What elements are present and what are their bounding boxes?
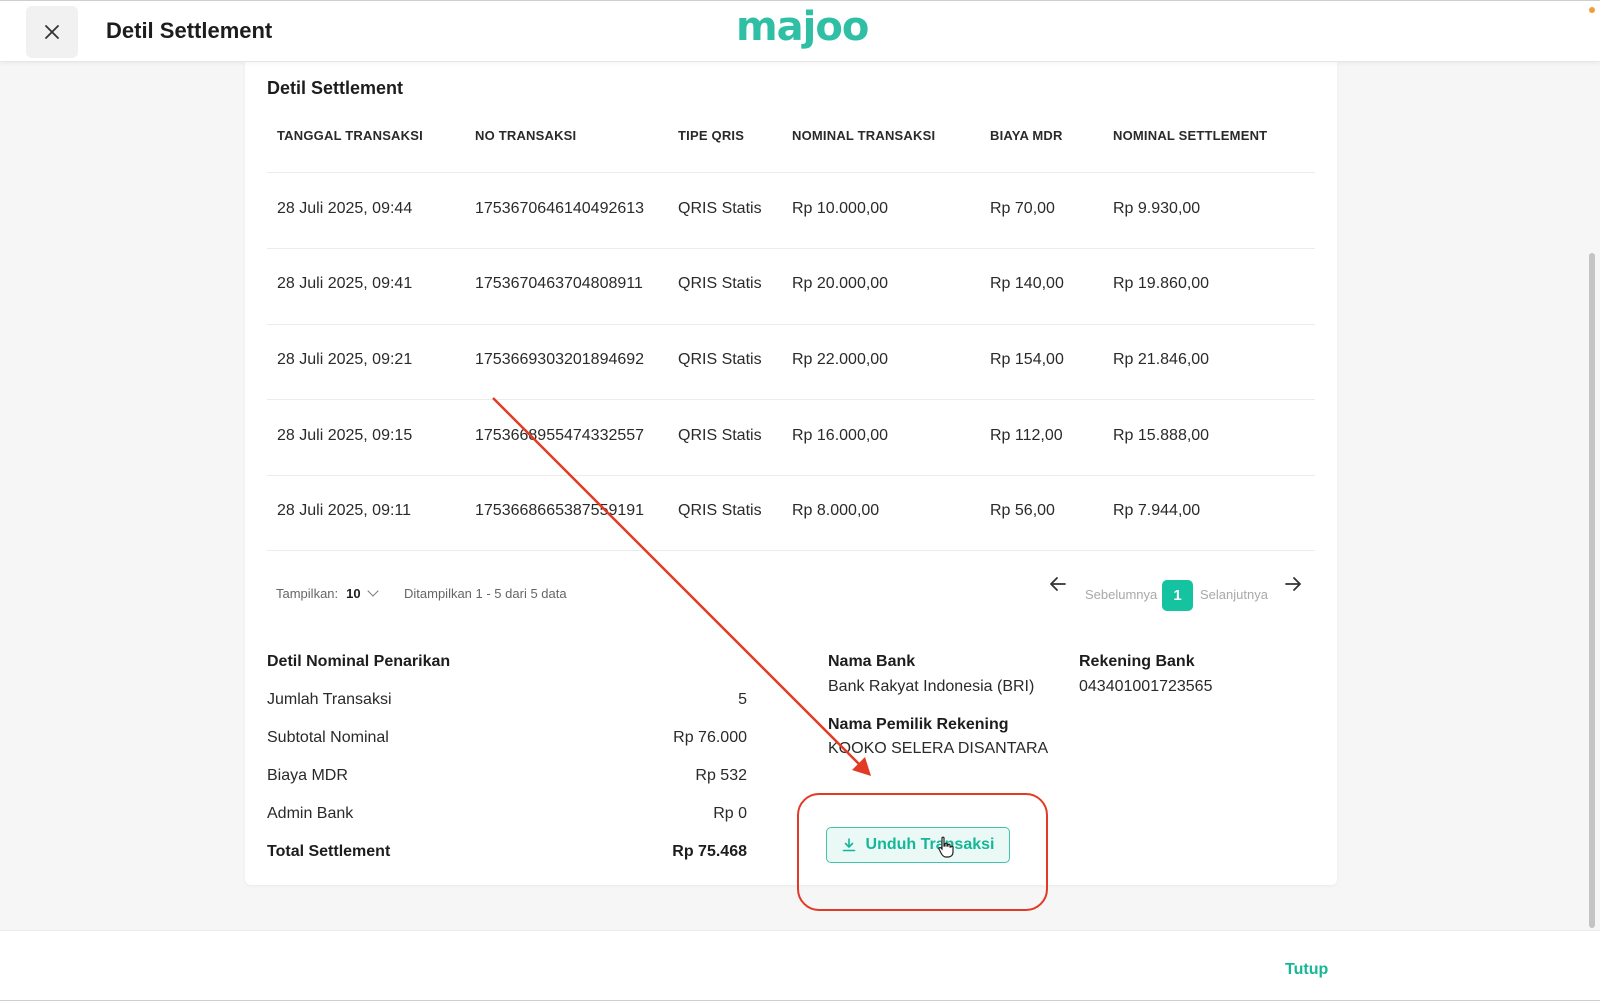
page-title: Detil Settlement xyxy=(106,18,273,43)
summary-value: Rp 76.000 xyxy=(673,729,747,746)
cell-trx-no: 1753669303201894692 xyxy=(475,351,645,368)
bank-name-value: Bank Rakyat Indonesia (BRI) xyxy=(828,678,1035,695)
section-title: Detil Settlement xyxy=(267,78,404,98)
cell-qris-type: QRIS Statis xyxy=(678,351,762,368)
divider xyxy=(267,550,1315,551)
divider xyxy=(267,172,1315,173)
cell-date: 28 Juli 2025, 09:41 xyxy=(277,275,413,292)
account-label: Rekening Bank xyxy=(1079,653,1195,670)
settlement-card: Detil Settlement TANGGAL TRANSAKSI NO TR… xyxy=(245,62,1337,885)
owner-label: Nama Pemilik Rekening xyxy=(828,716,1009,733)
next-page-button[interactable]: Selanjutnya xyxy=(1200,587,1268,602)
cell-nominal: Rp 8.000,00 xyxy=(792,502,880,519)
page-size-label: Tampilkan: xyxy=(276,586,339,601)
bank-name-label: Nama Bank xyxy=(828,653,916,670)
cell-mdr: Rp 70,00 xyxy=(990,200,1055,217)
arrow-left-icon[interactable] xyxy=(1048,574,1068,594)
cell-mdr: Rp 112,00 xyxy=(990,427,1063,444)
cell-settlement: Rp 21.846,00 xyxy=(1113,351,1210,368)
close-button[interactable] xyxy=(26,6,78,58)
prev-page-button[interactable]: Sebelumnya xyxy=(1085,587,1157,602)
cell-trx-no: 1753668955474332557 xyxy=(475,427,645,444)
cell-date: 28 Juli 2025, 09:21 xyxy=(277,351,413,368)
total-settlement-value: Rp 75.468 xyxy=(672,843,747,860)
divider xyxy=(267,399,1315,400)
total-settlement-label: Total Settlement xyxy=(267,843,391,860)
close-icon xyxy=(45,25,59,39)
divider xyxy=(267,324,1315,325)
col-header-settlement: NOMINAL SETTLEMENT xyxy=(1113,128,1268,143)
cell-trx-no: 1753670463704808911 xyxy=(475,275,643,292)
col-header-date: TANGGAL TRANSAKSI xyxy=(277,128,423,143)
account-number-value: 043401001723565 xyxy=(1079,678,1213,695)
cell-date: 28 Juli 2025, 09:15 xyxy=(277,427,413,444)
cell-qris-type: QRIS Statis xyxy=(678,427,762,444)
cell-nominal: Rp 22.000,00 xyxy=(792,351,889,368)
cell-date: 28 Juli 2025, 09:44 xyxy=(277,200,413,217)
pagination-info: Ditampilkan 1 - 5 dari 5 data xyxy=(404,586,567,601)
cell-mdr: Rp 154,00 xyxy=(990,351,1064,368)
summary-value: Rp 532 xyxy=(695,767,747,784)
page-number-button[interactable]: 1 xyxy=(1162,580,1193,611)
summary-label: Biaya MDR xyxy=(267,767,348,784)
owner-name-value: KOOKO SELERA DISANTARA xyxy=(828,740,1049,757)
cell-settlement: Rp 9.930,00 xyxy=(1113,200,1201,217)
summary-title: Detil Nominal Penarikan xyxy=(267,653,451,670)
hand-cursor-icon xyxy=(938,836,954,858)
divider xyxy=(267,475,1315,476)
cell-settlement: Rp 15.888,00 xyxy=(1113,427,1210,444)
cell-qris-type: QRIS Statis xyxy=(678,275,762,292)
annotation-highlight-box xyxy=(797,793,1048,911)
majoo-logo: majoo xyxy=(736,4,869,50)
cell-mdr: Rp 140,00 xyxy=(990,275,1064,292)
cell-trx-no: 1753670646140492613 xyxy=(475,200,645,217)
summary-value: 5 xyxy=(738,691,747,708)
cell-qris-type: QRIS Statis xyxy=(678,200,762,217)
summary-value: Rp 0 xyxy=(713,805,747,822)
col-header-qris-type: TIPE QRIS xyxy=(678,128,745,143)
close-link-button[interactable]: Tutup xyxy=(1285,961,1328,979)
chevron-down-icon xyxy=(366,585,379,597)
col-header-mdr: BIAYA MDR xyxy=(990,128,1063,143)
cell-settlement: Rp 19.860,00 xyxy=(1113,275,1210,292)
page-size-value: 10 xyxy=(346,586,361,601)
cell-settlement: Rp 7.944,00 xyxy=(1113,502,1201,519)
col-header-nominal: NOMINAL TRANSAKSI xyxy=(792,128,936,143)
page-size-select[interactable]: Tampilkan: 10 xyxy=(276,585,379,601)
cell-qris-type: QRIS Statis xyxy=(678,502,762,519)
cell-mdr: Rp 56,00 xyxy=(990,502,1055,519)
cell-nominal: Rp 20.000,00 xyxy=(792,275,889,292)
scrollbar[interactable] xyxy=(1589,253,1595,928)
cell-trx-no: 1753668665387559191 xyxy=(475,502,645,519)
cell-nominal: Rp 16.000,00 xyxy=(792,427,889,444)
divider xyxy=(267,248,1315,249)
cell-date: 28 Juli 2025, 09:11 xyxy=(277,502,412,519)
summary-label: Admin Bank xyxy=(267,805,354,822)
footer-bar: Tutup xyxy=(0,930,1600,1001)
summary-label: Subtotal Nominal xyxy=(267,729,389,746)
cell-nominal: Rp 10.000,00 xyxy=(792,200,889,217)
notification-dot xyxy=(1589,7,1595,13)
summary-label: Jumlah Transaksi xyxy=(267,691,392,708)
arrow-right-icon[interactable] xyxy=(1283,574,1303,594)
top-bar: Detil Settlement majoo xyxy=(0,0,1600,62)
col-header-trx-no: NO TRANSAKSI xyxy=(475,128,577,143)
